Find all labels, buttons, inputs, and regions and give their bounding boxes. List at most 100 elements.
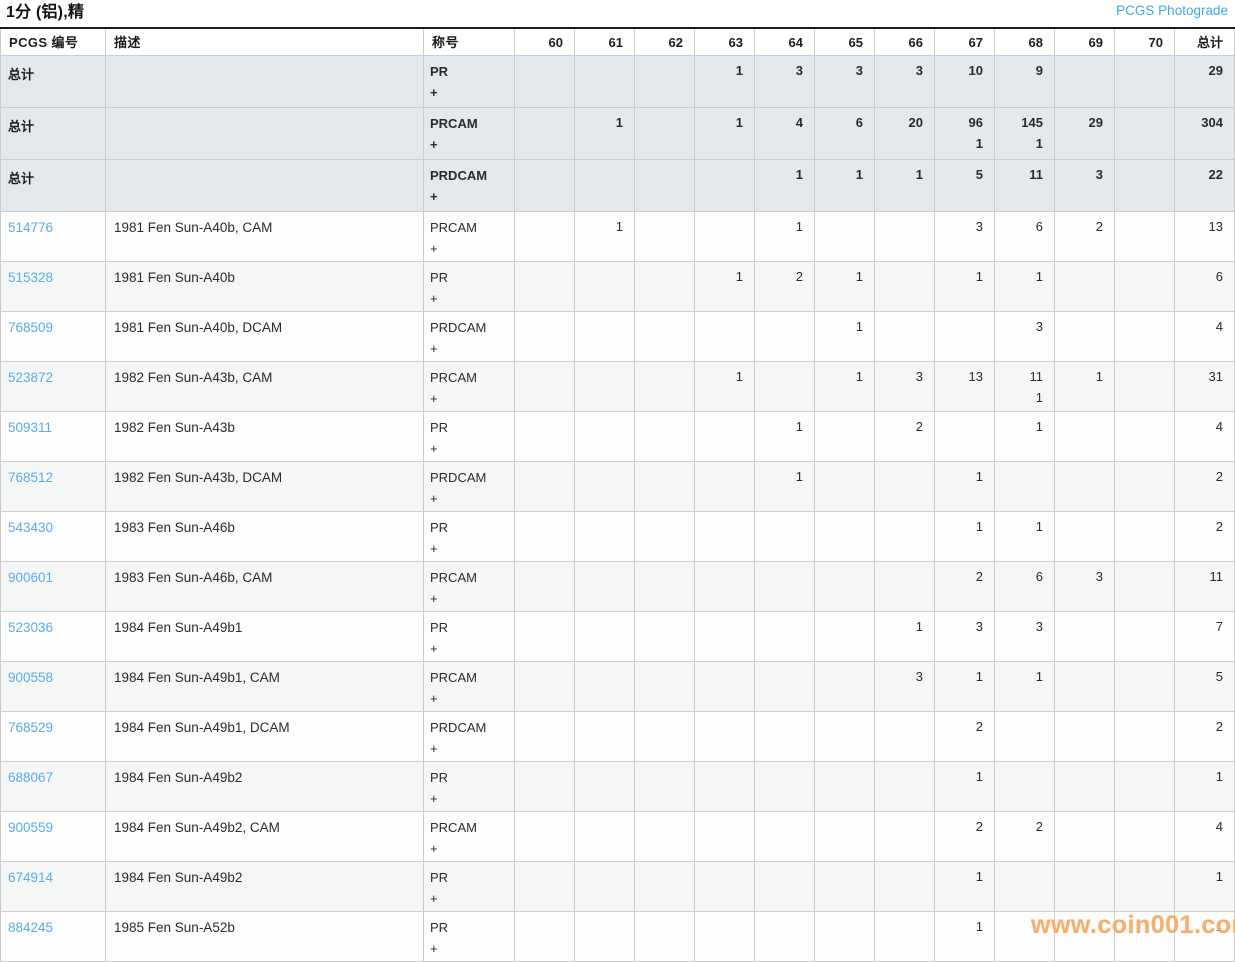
grade-count: 2 — [937, 569, 983, 584]
grade-65-cell: 1 — [815, 261, 875, 311]
grade-62-cell — [635, 411, 695, 461]
grade-plus-count — [997, 690, 1043, 705]
grade-60-cell — [515, 461, 575, 511]
designation-cell: PRDCAM+ — [424, 159, 515, 211]
grade-62-cell — [635, 107, 695, 159]
grade-count — [1117, 167, 1163, 182]
designation-cell: PR+ — [424, 411, 515, 461]
grade-count — [577, 619, 623, 634]
total-cell: 304 — [1175, 107, 1235, 159]
grade-68-cell: 3 — [995, 611, 1055, 661]
grade-count — [517, 719, 563, 734]
pcgs-number-link[interactable]: 509311 — [8, 420, 52, 435]
page-title: 1分 (铝),精 — [6, 3, 84, 22]
pcgs-number-link[interactable]: 543430 — [8, 520, 53, 535]
pcgs-number-link[interactable]: 900558 — [8, 670, 53, 685]
pcgs-number-link[interactable]: 900601 — [8, 570, 53, 585]
grade-65-cell: 6 — [815, 107, 875, 159]
pcgs-number-link[interactable]: 884245 — [8, 920, 53, 935]
table-row: 8842451985 Fen Sun-A52bPR+11 — [1, 911, 1235, 961]
grade-count — [517, 519, 563, 534]
pcgs-number-link[interactable]: 514776 — [8, 220, 53, 235]
pcgs-number-link[interactable]: 523036 — [8, 620, 53, 635]
grade-count — [1117, 115, 1163, 130]
grade-plus-count — [637, 390, 683, 405]
designation-cell: PRDCAM+ — [424, 461, 515, 511]
total-cell: 2 — [1175, 461, 1235, 511]
grade-count: 20 — [877, 115, 923, 130]
grade-69-cell — [1055, 861, 1115, 911]
grade-count: 1 — [997, 669, 1043, 684]
grade-plus-count — [577, 790, 623, 805]
grade-67-cell — [935, 411, 995, 461]
grade-plus-count — [577, 390, 623, 405]
pcgs-number-cell: 674914 — [1, 861, 106, 911]
table-row: 9006011983 Fen Sun-A46b, CAMPRCAM+26311 — [1, 561, 1235, 611]
grade-count — [637, 63, 683, 78]
grade-70-cell — [1115, 311, 1175, 361]
grade-plus-count — [877, 340, 923, 355]
grade-count: 3 — [1057, 569, 1103, 584]
photograde-link[interactable]: PCGS Photograde — [1116, 3, 1228, 19]
grade-plus-count — [1117, 84, 1163, 99]
pcgs-number-link[interactable]: 688067 — [8, 770, 53, 785]
pcgs-number-link[interactable]: 768512 — [8, 470, 53, 485]
grade-70-cell — [1115, 361, 1175, 411]
grade-plus-count — [1057, 136, 1103, 151]
grade-plus-count — [637, 188, 683, 203]
grade-count — [637, 269, 683, 284]
grade-62-cell — [635, 911, 695, 961]
grade-62-cell — [635, 611, 695, 661]
grade-63-cell — [695, 561, 755, 611]
grade-61-cell — [575, 411, 635, 461]
grade-68-cell: 1 — [995, 261, 1055, 311]
grade-count — [1057, 719, 1103, 734]
pcgs-number-cell: 509311 — [1, 411, 106, 461]
grade-68-cell — [995, 711, 1055, 761]
pcgs-number-link[interactable]: 768509 — [8, 320, 53, 335]
grade-count — [517, 419, 563, 434]
grade-68-cell: 2 — [995, 811, 1055, 861]
pcgs-number-link[interactable]: 523872 — [8, 370, 53, 385]
grade-69-cell — [1055, 511, 1115, 561]
grade-69-cell: 3 — [1055, 561, 1115, 611]
grade-count — [637, 219, 683, 234]
grade-plus-count — [757, 540, 803, 555]
designation-cell: PR+ — [424, 861, 515, 911]
pcgs-number-cell: 900558 — [1, 661, 106, 711]
designation-cell: PR+ — [424, 261, 515, 311]
grade-65-cell — [815, 561, 875, 611]
grade-count: 1 — [817, 269, 863, 284]
grade-count — [1117, 319, 1163, 334]
grade-plus-count — [1057, 840, 1103, 855]
grade-plus-count — [1057, 690, 1103, 705]
grade-plus-count — [517, 490, 563, 505]
grade-65-cell: 1 — [815, 361, 875, 411]
grade-plus-count — [937, 690, 983, 705]
grade-count: 1 — [937, 869, 983, 884]
grade-plus-count — [757, 490, 803, 505]
grade-count: 1 — [817, 167, 863, 182]
grade-plus-count — [1057, 540, 1103, 555]
designation-plus: + — [430, 341, 510, 356]
grade-count: 1 — [997, 519, 1043, 534]
pcgs-number-link[interactable]: 515328 — [8, 270, 53, 285]
pcgs-number-link[interactable]: 768529 — [8, 720, 53, 735]
designation-plus: + — [430, 841, 510, 856]
pcgs-number-link[interactable]: 900559 — [8, 820, 53, 835]
grade-60-cell — [515, 661, 575, 711]
grade-66-cell: 3 — [875, 661, 935, 711]
grade-plus-count — [997, 188, 1043, 203]
grade-plus-count — [637, 84, 683, 99]
pcgs-number-link[interactable]: 674914 — [8, 870, 53, 885]
grade-plus-count: 1 — [937, 136, 983, 151]
grade-count — [1117, 269, 1163, 284]
grade-count — [937, 319, 983, 334]
grade-66-cell: 2 — [875, 411, 935, 461]
grade-plus-count — [937, 188, 983, 203]
grade-65-cell: 3 — [815, 55, 875, 107]
grade-count — [1057, 269, 1103, 284]
grade-66-cell — [875, 911, 935, 961]
grade-count — [577, 719, 623, 734]
grade-61-cell — [575, 55, 635, 107]
